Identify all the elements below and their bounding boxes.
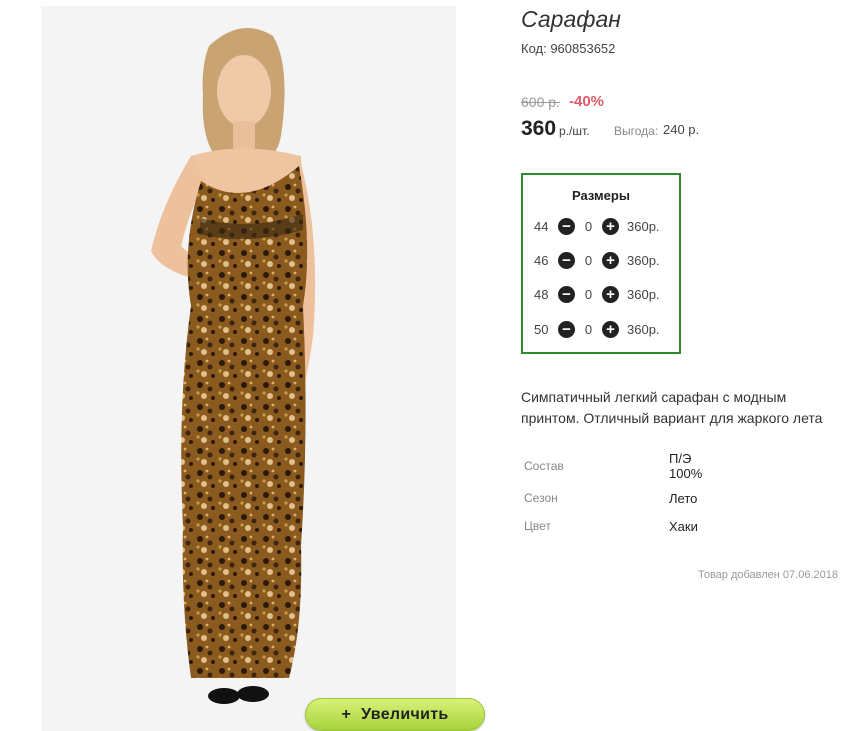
benefit-label: Выгода: bbox=[614, 124, 659, 138]
size-price: 360р. bbox=[627, 218, 660, 234]
property-value: П/Э 100% bbox=[669, 451, 702, 481]
old-price: 600 р. bbox=[521, 94, 560, 110]
size-row: 46 − 0 + 360р. bbox=[534, 250, 660, 270]
benefit-value: 240 р. bbox=[663, 122, 700, 137]
size-label: 50 bbox=[534, 321, 549, 337]
added-date: Товар добавлен 07.06.2018 bbox=[697, 569, 838, 581]
price-unit: р./шт. bbox=[559, 124, 590, 138]
size-label: 46 bbox=[534, 252, 549, 268]
plus-icon: + bbox=[341, 705, 352, 723]
zoom-button-label: Увеличить bbox=[361, 705, 449, 723]
size-price: 360р. bbox=[627, 286, 660, 302]
current-price: 360 bbox=[521, 117, 557, 140]
property-label: Цвет bbox=[524, 519, 551, 533]
plus-icon[interactable]: + bbox=[602, 251, 619, 269]
size-label: 48 bbox=[534, 286, 549, 302]
product-photo[interactable] bbox=[41, 6, 456, 731]
quantity-value: 0 bbox=[584, 252, 593, 268]
minus-icon[interactable]: − bbox=[558, 320, 575, 338]
size-price: 360р. bbox=[627, 321, 660, 337]
size-row: 50 − 0 + 360р. bbox=[534, 319, 660, 339]
product-description: Симпатичный легкий сарафан с модным прин… bbox=[521, 389, 823, 426]
discount-badge: -40% bbox=[569, 93, 605, 110]
property-label: Сезон bbox=[524, 491, 558, 505]
property-value: Хаки bbox=[669, 519, 698, 534]
size-row: 48 − 0 + 360р. bbox=[534, 284, 660, 304]
plus-icon[interactable]: + bbox=[602, 285, 619, 303]
product-code: Код: 960853652 bbox=[521, 41, 616, 56]
size-price: 360р. bbox=[627, 252, 660, 268]
product-title: Сарафан bbox=[521, 6, 621, 32]
minus-icon[interactable]: − bbox=[558, 285, 575, 303]
dress-model-illustration bbox=[151, 28, 316, 704]
sizes-title: Размеры bbox=[572, 188, 630, 203]
minus-icon[interactable]: − bbox=[558, 251, 575, 269]
plus-icon[interactable]: + bbox=[602, 320, 619, 338]
property-value-line: П/Э bbox=[669, 451, 692, 466]
zoom-button[interactable]: + Увеличить bbox=[305, 698, 485, 731]
sizes-panel: Размеры 44 − 0 + 360р. 46 − 0 + 360р. 48… bbox=[521, 173, 681, 354]
quantity-value: 0 bbox=[584, 286, 593, 302]
size-label: 44 bbox=[534, 218, 549, 234]
size-row: 44 − 0 + 360р. bbox=[534, 216, 660, 236]
property-value: Лето bbox=[669, 491, 698, 506]
plus-icon[interactable]: + bbox=[602, 217, 619, 235]
quantity-value: 0 bbox=[584, 218, 593, 234]
minus-icon[interactable]: − bbox=[558, 217, 575, 235]
property-label: Состав bbox=[524, 459, 564, 473]
quantity-value: 0 bbox=[584, 321, 593, 337]
property-value-line: 100% bbox=[669, 466, 703, 481]
